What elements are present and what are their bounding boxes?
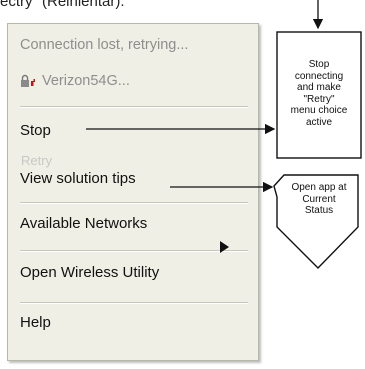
solution-callout-text: Open app at Current Status [291, 182, 347, 216]
stop-callout-text: Stop connecting and make "Retry" menu ch… [290, 59, 348, 128]
